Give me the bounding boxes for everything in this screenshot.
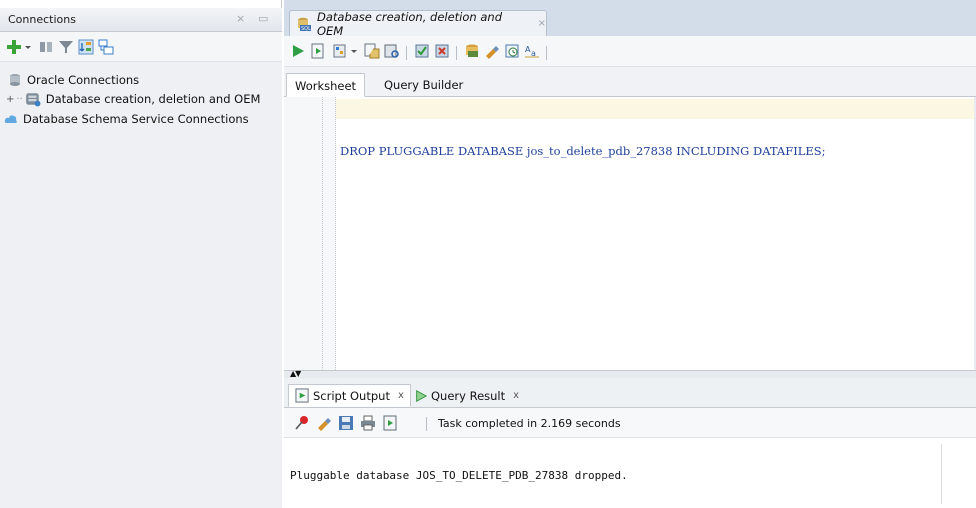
- database-stack-icon: [10, 74, 20, 86]
- dropdown-arrow-icon[interactable]: [24, 39, 32, 55]
- connections-toolbar: [0, 32, 282, 62]
- format-icon[interactable]: A a: [524, 43, 540, 59]
- autotrace-icon[interactable]: [332, 43, 348, 59]
- close-tab-icon[interactable]: x: [513, 390, 519, 401]
- close-panel-icon[interactable]: ×: [236, 12, 245, 25]
- cloud-icon: [4, 115, 17, 123]
- close-tab-icon[interactable]: x: [398, 390, 404, 401]
- filter-icon[interactable]: [58, 39, 74, 55]
- splitter-arrows-icon[interactable]: ▲▼: [290, 369, 301, 378]
- run-green-icon: [416, 389, 428, 402]
- editor-area: SQL Database creation, deletion and OEM …: [284, 0, 976, 508]
- toolbar-separator: [456, 46, 457, 60]
- connections-tree: Oracle Connections + ·· Database creatio…: [0, 62, 282, 508]
- toolbar-separator: [546, 46, 547, 60]
- output-divider: [941, 444, 942, 504]
- tab-label: Script Output: [313, 388, 390, 403]
- clear-icon[interactable]: [484, 43, 500, 59]
- worksheet-tabs: Worksheet Query Builder: [284, 67, 976, 97]
- editor-gutter: [284, 97, 336, 370]
- document-tab-label: Database creation, deletion and OEM: [316, 9, 502, 38]
- close-tab-icon[interactable]: ×: [538, 18, 546, 29]
- minimize-panel-icon[interactable]: ▭: [258, 12, 268, 25]
- output-toolbar: Task completed in 2.169 seconds: [284, 408, 976, 438]
- rollback-icon[interactable]: [434, 43, 450, 59]
- run-statement-icon[interactable]: [290, 43, 306, 59]
- tab-query-builder[interactable]: Query Builder: [376, 73, 471, 97]
- dropdown-arrow-icon[interactable]: [350, 43, 358, 59]
- script-output-pane[interactable]: Pluggable database JOS_TO_DELETE_PDB_278…: [284, 438, 976, 508]
- current-line-highlight: [336, 99, 976, 119]
- task-status-text: Task completed in 2.169 seconds: [438, 417, 621, 430]
- output-tabs: Script Output x Query Result x: [284, 378, 976, 408]
- print-icon[interactable]: [360, 415, 376, 431]
- expand-icon[interactable]: +: [6, 94, 14, 105]
- refresh-icon[interactable]: [38, 39, 54, 55]
- tree-item-schema-service-connections[interactable]: Database Schema Service Connections: [4, 110, 249, 128]
- tree-item-oracle-connections[interactable]: Oracle Connections: [8, 71, 139, 89]
- gutter-fold-line: [322, 97, 323, 370]
- tree-item-database-creation[interactable]: + ·· Database creation, deletion and OEM: [6, 90, 260, 108]
- toolbar-separator: [406, 46, 407, 60]
- tab-query-result[interactable]: Query Result x: [408, 384, 525, 407]
- sql-history-icon[interactable]: [504, 43, 520, 59]
- tree-item-label: Database creation, deletion and OEM: [45, 92, 261, 106]
- explain-plan-icon[interactable]: [364, 43, 380, 59]
- sql-tuning-icon[interactable]: [384, 43, 400, 59]
- document-tab[interactable]: SQL Database creation, deletion and OEM …: [289, 9, 547, 38]
- svg-text:SQL: SQL: [301, 25, 311, 31]
- open-output-icon[interactable]: [382, 415, 398, 431]
- sql-developer-window: Connections × ▭ Oracle Connections + ·· …: [0, 0, 976, 508]
- editor-toolbar: A a: [284, 36, 976, 67]
- pin-icon[interactable]: [294, 415, 310, 431]
- tree-item-label: Oracle Connections: [27, 73, 140, 87]
- tree-item-label: Database Schema Service Connections: [23, 112, 249, 126]
- eraser-icon[interactable]: [316, 415, 332, 431]
- connections-panel-header: Connections × ▭: [0, 8, 282, 32]
- tab-label: Query Result: [431, 388, 506, 403]
- editor-output-splitter[interactable]: ▲▼: [284, 369, 976, 378]
- add-connection-icon[interactable]: [6, 39, 22, 55]
- db-connection-icon: [25, 93, 41, 107]
- commit-icon[interactable]: [414, 43, 430, 59]
- unshared-sql-icon[interactable]: [464, 43, 480, 59]
- script-output-icon: [295, 388, 309, 403]
- run-script-icon[interactable]: [310, 43, 326, 59]
- toolbar-separator: [426, 417, 427, 431]
- sql-statement[interactable]: DROP PLUGGABLE DATABASE jos_to_delete_pd…: [340, 144, 826, 158]
- tree-connector: ··: [16, 93, 23, 105]
- tab-script-output[interactable]: Script Output x: [288, 384, 411, 407]
- tab-worksheet[interactable]: Worksheet: [286, 73, 366, 97]
- sql-editor[interactable]: DROP PLUGGABLE DATABASE jos_to_delete_pd…: [284, 97, 976, 370]
- connections-panel: Connections × ▭ Oracle Connections + ·· …: [0, 0, 282, 508]
- save-icon[interactable]: [338, 415, 354, 431]
- sql-worksheet-icon: SQL: [297, 17, 311, 31]
- schema-browser-icon[interactable]: [78, 39, 94, 55]
- output-message: Pluggable database JOS_TO_DELETE_PDB_278…: [290, 469, 628, 482]
- connections-panel-title: Connections: [8, 13, 76, 26]
- document-tab-bar: SQL Database creation, deletion and OEM …: [284, 0, 976, 38]
- connections-tree-icon[interactable]: [98, 39, 114, 55]
